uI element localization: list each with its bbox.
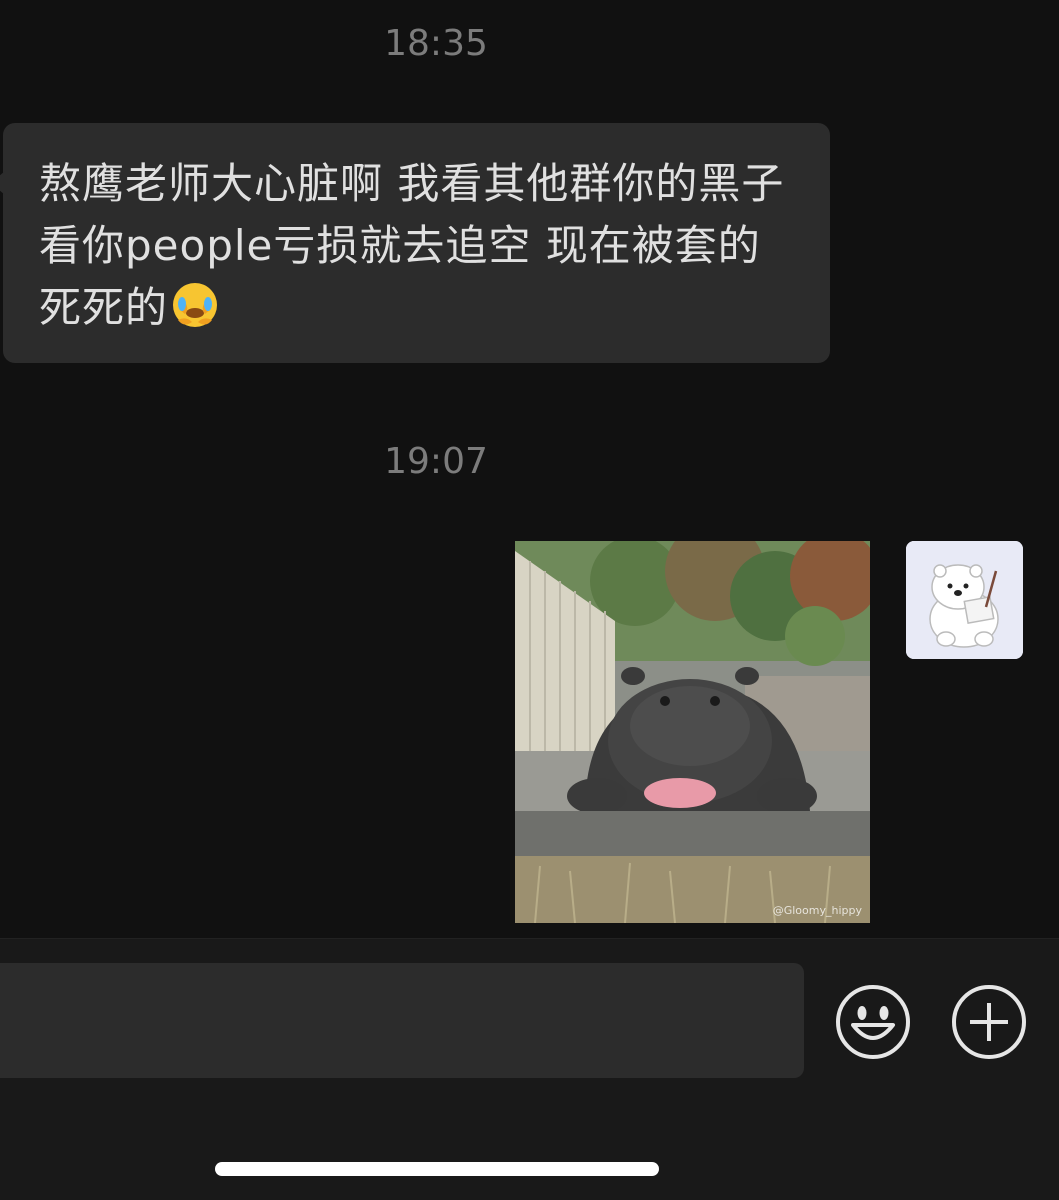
message-text: 熬鹰老师大心脏啊 我看其他群你的黑子 看你people亏损就去追空 现在被套的死… bbox=[39, 159, 785, 332]
image-watermark: @Gloomy_hippy bbox=[772, 904, 862, 917]
crying-laughing-face-icon bbox=[173, 283, 218, 327]
smiley-face-icon[interactable] bbox=[834, 983, 912, 1061]
plus-circle-icon[interactable] bbox=[950, 983, 1028, 1061]
polar-bear-avatar-icon bbox=[906, 541, 1023, 659]
chat-screen: 18:35 熬鹰老师大心脏啊 我看其他群你的黑子 看你people亏损就去追空 … bbox=[0, 0, 1059, 1200]
timestamp: 18:35 bbox=[384, 23, 488, 64]
hippo-image-message[interactable]: @Gloomy_hippy bbox=[515, 541, 870, 923]
incoming-message-bubble[interactable]: 熬鹰老师大心脏啊 我看其他群你的黑子 看你people亏损就去追空 现在被套的死… bbox=[0, 123, 830, 363]
message-input[interactable] bbox=[0, 963, 804, 1078]
user-avatar[interactable] bbox=[906, 541, 1023, 659]
hippo-photo bbox=[515, 541, 870, 923]
timestamp: 19:07 bbox=[384, 441, 488, 482]
home-indicator[interactable] bbox=[215, 1162, 659, 1176]
